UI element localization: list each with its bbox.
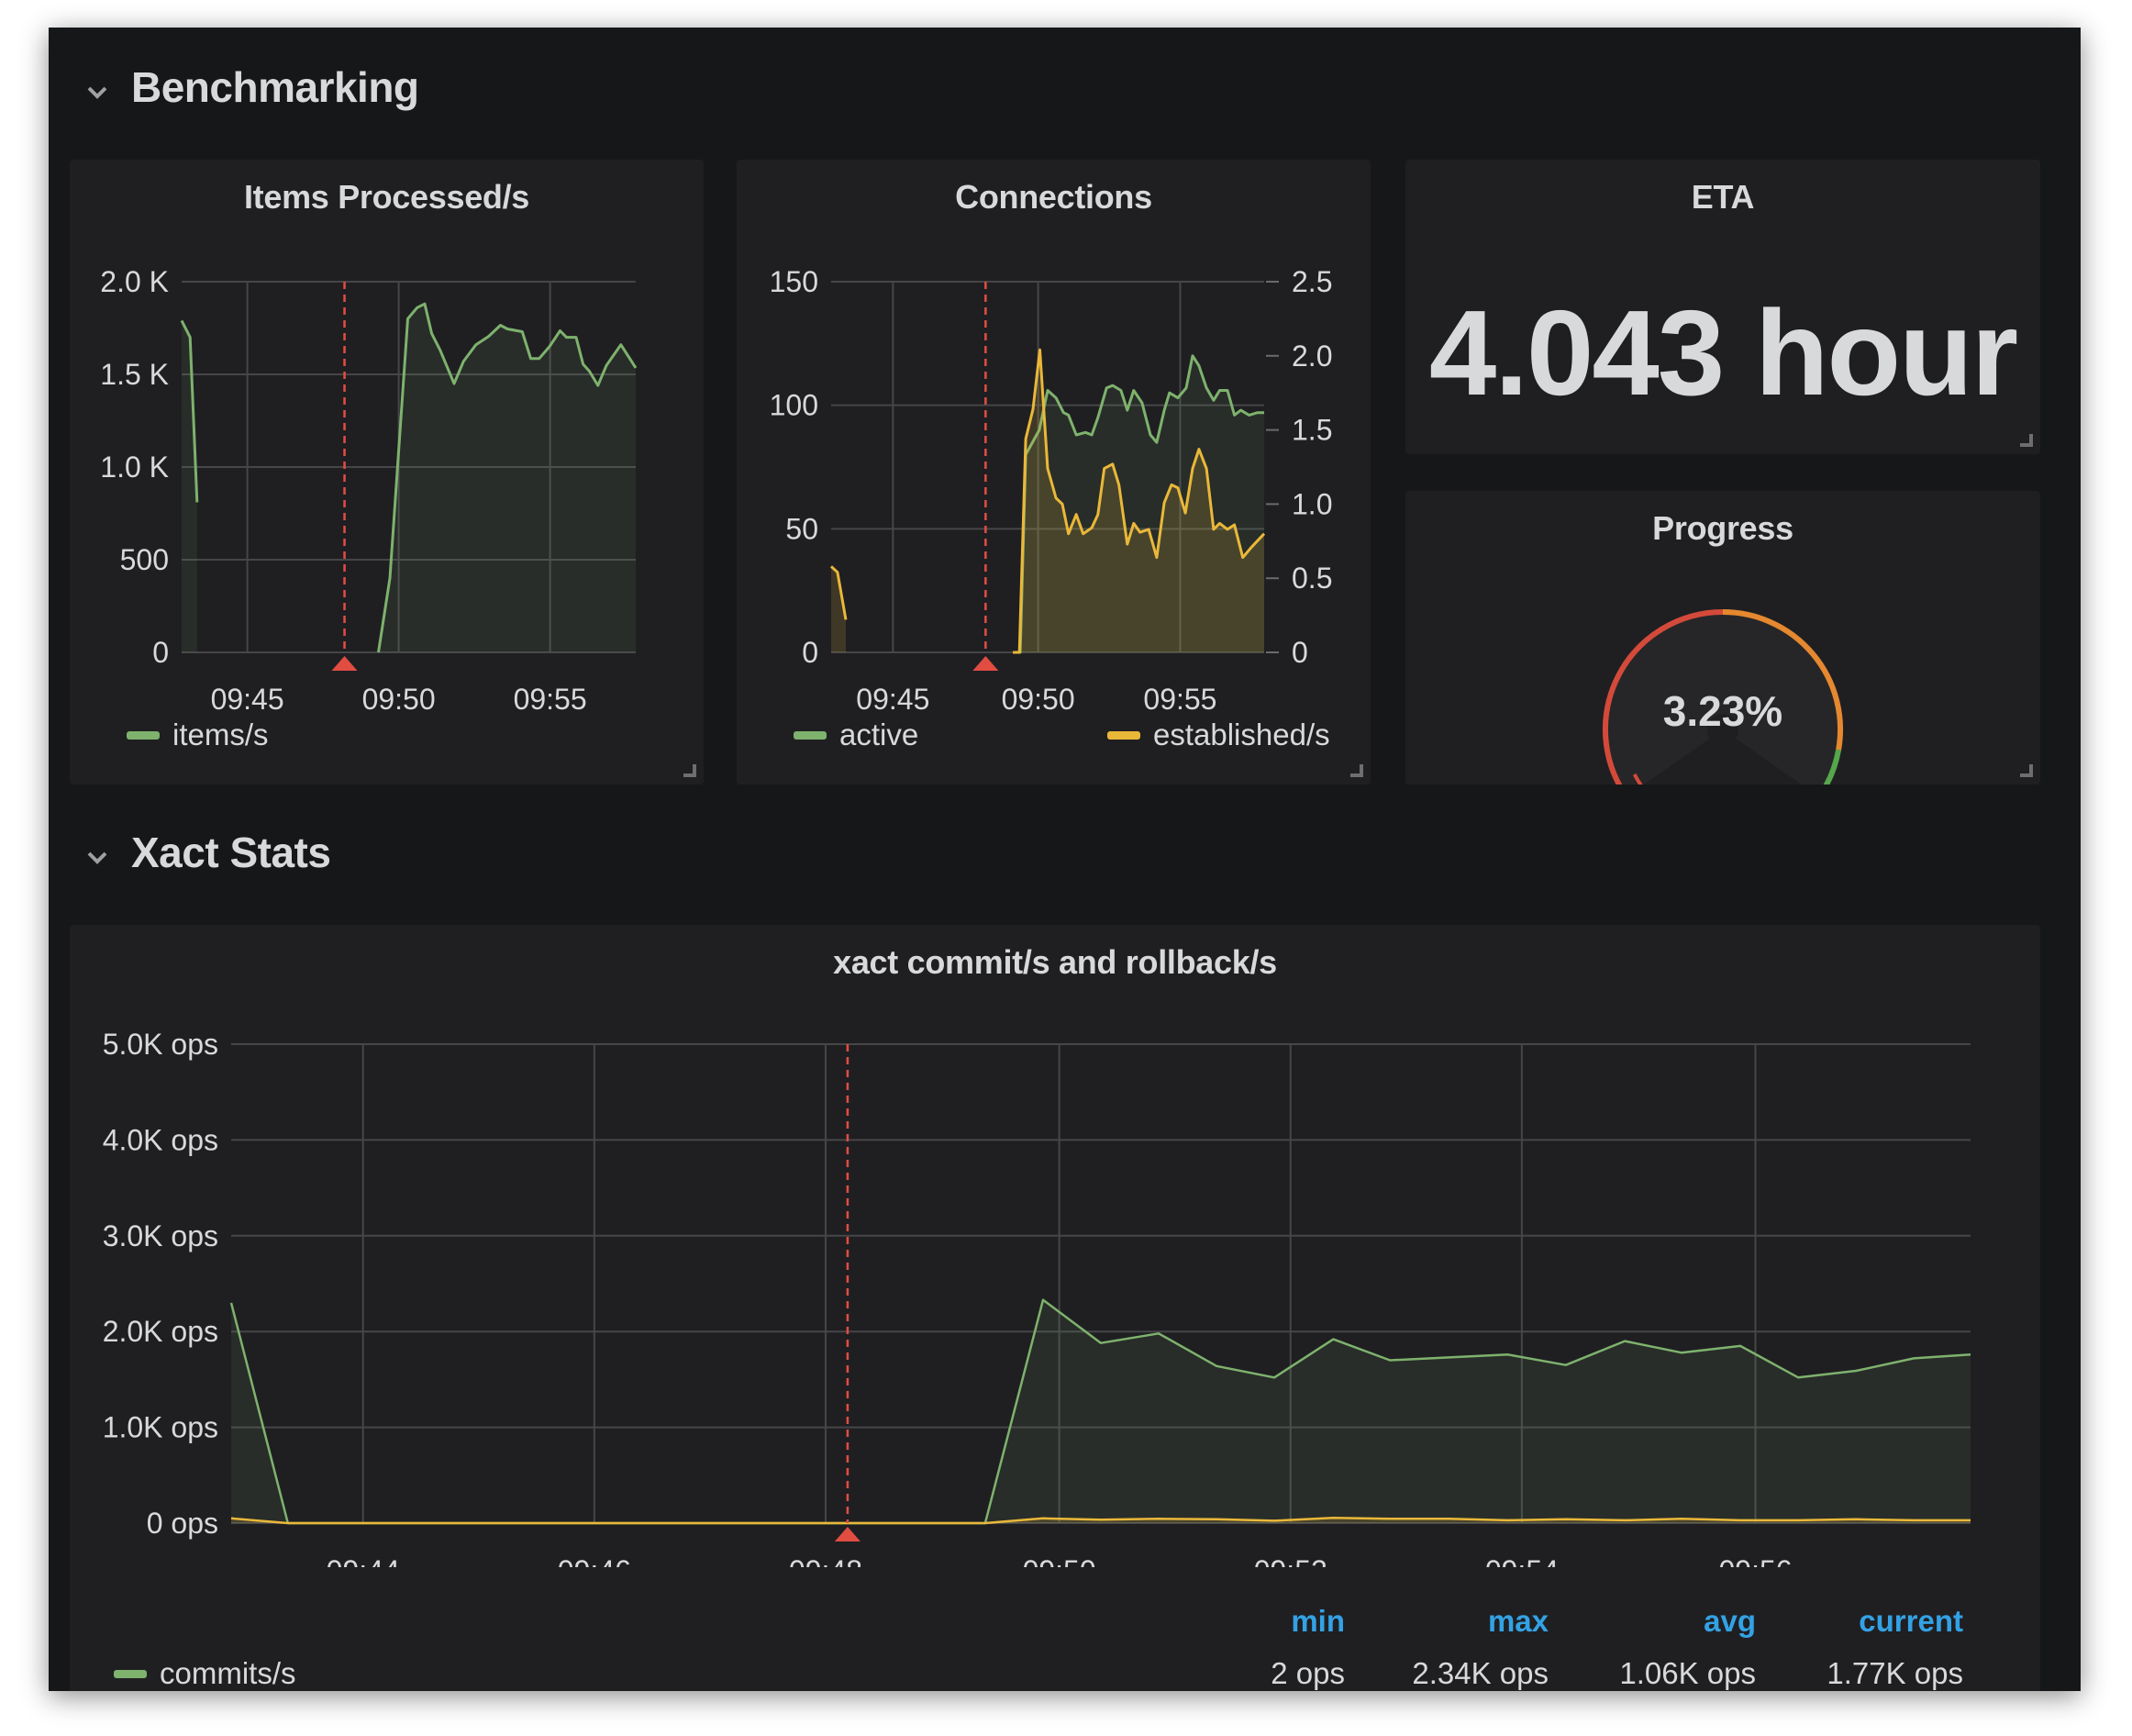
y-right-tick-label: 1.0 [1292,487,1332,520]
legend-swatch [1107,730,1140,740]
items-chart: 0 500 1.0 K 1.5 K 2.0 K 09:45 09:50 09:55 [100,265,638,716]
row-header-benchmarking[interactable]: Benchmarking [83,62,419,112]
y-tick-label: 4.0K ops [103,1123,218,1156]
y-tick-label: 1.0 K [100,451,169,484]
legend-swatch [127,730,160,740]
panel-eta: ETA 4.043 hour [1405,160,2040,454]
y-tick-label: 150 [770,265,818,298]
progress-gauge: 3.23% [1603,609,1843,785]
legend-label: established/s [1153,718,1330,751]
annotation-marker [834,1527,861,1541]
x-tick-label: 09:55 [1143,683,1216,716]
x-tick-label: 09:50 [362,683,436,716]
x-tick-label: 09:52 [1254,1554,1327,1567]
legend-header-avg[interactable]: avg [1572,1604,1756,1639]
legend-item-commits[interactable]: commits/s [114,1656,296,1691]
legend-value-current: 1.77K ops [1827,1656,1963,1690]
legend-swatch [114,1669,147,1678]
xact-chart: 0 ops 1.0K ops 2.0K ops 3.0K ops 4.0K ops 5.0… [103,1028,1971,1567]
row-title: Xact Stats [131,829,331,876]
series-area-commitss [231,1299,1971,1523]
y-tick-label: 0 ops [147,1507,218,1540]
y-tick-label: 2.0 K [100,265,169,298]
legend-header-current[interactable]: current [1780,1604,1963,1639]
panel-xact: xact commit/s and rollback/s 0 ops 1.0K o… [70,925,2040,1691]
legend-value-max: 2.34K ops [1412,1656,1549,1690]
y-tick-label: 100 [770,389,818,422]
row-title: Benchmarking [131,63,419,111]
legend-header-max[interactable]: max [1365,1604,1549,1639]
y-right-tick-label: 2.0 [1292,339,1332,373]
panel-items-processed: Items Processed/s 0 500 1.0 K 1.5 K 2.0 K 09:… [70,160,704,785]
y-tick-label: 0 [152,636,169,669]
y-tick-label: 1.0K ops [103,1411,218,1444]
legend-label: active [839,718,919,751]
legend-item-established[interactable]: established/s [1107,718,1330,752]
x-tick-label: 09:46 [558,1554,631,1567]
panel-connections: Connections 0 50 100 150 0 0.5 1.0 1.5 2.0 2.5 09:… [737,160,1371,785]
y-tick-label: 0 [802,636,818,669]
connections-chart: 0 50 100 150 0 0.5 1.0 1.5 2.0 2.5 09:45 09:50 09:55 [770,265,1333,716]
row-header-xact-stats[interactable]: Xact Stats [83,828,331,877]
x-tick-label: 09:45 [856,683,929,716]
y-tick-label: 5.0K ops [103,1028,218,1061]
panel-progress: Progress 3.23% [1405,491,2040,785]
y-tick-label: 500 [120,543,169,576]
y-right-tick-label: 0 [1292,636,1308,669]
chevron-down-icon [87,851,107,864]
legend-label: items/s [172,718,269,751]
legend-item-active[interactable]: active [794,718,918,752]
resize-handle[interactable] [2020,434,2033,447]
y-tick-label: 1.5 K [100,358,169,391]
resize-handle[interactable] [1350,764,1363,777]
x-tick-label: 09:44 [327,1554,400,1567]
legend-item-items[interactable]: items/s [127,718,269,752]
gauge-value-text: 3.23% [1663,687,1782,735]
y-tick-label: 2.0K ops [103,1315,218,1348]
x-tick-label: 09:56 [1718,1554,1792,1567]
legend-value-min: 2 ops [1271,1656,1345,1690]
resize-handle[interactable] [2020,764,2033,777]
dashboard: Benchmarking Items Processed/s 0 500 1.0 K… [49,28,2081,1691]
x-tick-label: 09:55 [514,683,587,716]
legend-swatch [794,730,827,740]
y-right-tick-label: 0.5 [1292,562,1332,595]
series-area-itemss [182,320,197,652]
resize-handle[interactable] [683,764,696,777]
legend-header-min[interactable]: min [1161,1604,1345,1639]
eta-value: 4.043 hour [1428,285,2018,420]
x-tick-label: 09:45 [211,683,284,716]
x-tick-label: 09:54 [1485,1554,1559,1567]
series-area-itemss [378,304,636,652]
y-right-tick-label: 1.5 [1292,414,1332,447]
chevron-down-icon [87,86,107,99]
x-tick-label: 09:50 [1023,1554,1096,1567]
y-tick-label: 50 [785,512,818,545]
legend-value-avg: 1.06K ops [1619,1656,1756,1690]
x-tick-label: 09:50 [1002,683,1075,716]
panel-title[interactable]: ETA [1405,178,2040,217]
x-tick-label: 09:48 [789,1554,862,1567]
annotation-marker [331,656,358,671]
y-tick-label: 3.0K ops [103,1219,218,1252]
legend-label: commits/s [160,1656,296,1690]
y-right-tick-label: 2.5 [1292,265,1332,298]
annotation-marker [972,656,999,671]
